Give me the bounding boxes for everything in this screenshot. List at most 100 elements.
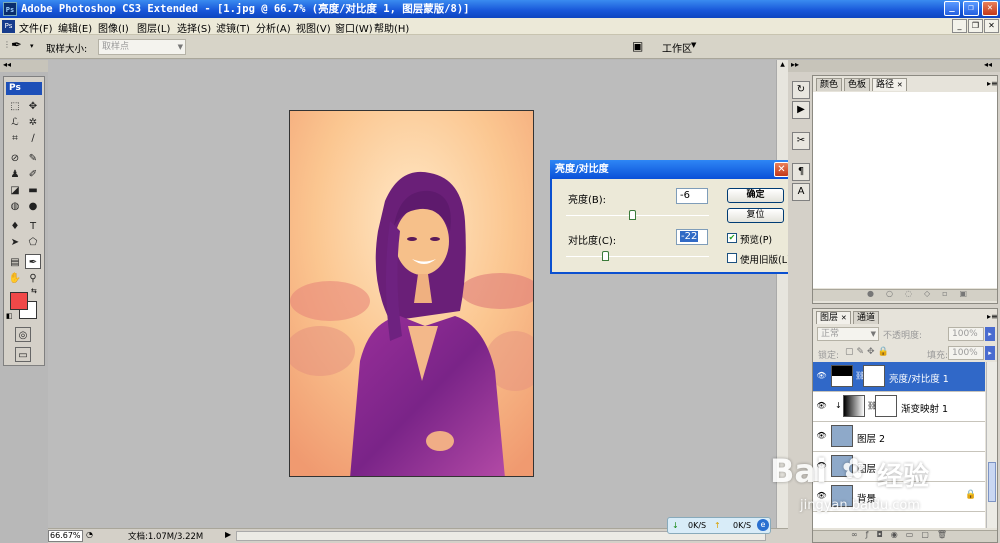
screen-mode-icon[interactable]: ▭	[15, 347, 31, 362]
ok-button[interactable]: 确定	[727, 188, 784, 203]
contrast-slider-thumb[interactable]	[602, 251, 610, 261]
tab-layers[interactable]: 图层 ✕	[816, 311, 851, 324]
scroll-thumb[interactable]	[988, 462, 996, 502]
collapse-icon[interactable]: ◂◂	[3, 60, 11, 69]
dock-expand-icon[interactable]: ◂◂	[984, 60, 992, 69]
sample-size-select[interactable]: 取样点 ▼	[98, 39, 186, 55]
doc-minimize-button[interactable]: _	[952, 19, 967, 33]
opacity-input[interactable]: 100%	[948, 327, 984, 341]
layer-row[interactable]: 👁 图层 2	[813, 422, 985, 452]
eye-icon[interactable]: 👁	[816, 431, 827, 441]
menu-file[interactable]: 文件(F)	[19, 20, 53, 35]
contrast-input[interactable]: -22	[676, 229, 708, 245]
bridge-icon[interactable]: ▣	[632, 39, 643, 53]
status-menu-arrow-icon[interactable]: ▶	[225, 530, 231, 539]
eye-icon[interactable]: 👁	[816, 371, 827, 381]
move-tool-icon[interactable]: ✥	[25, 99, 41, 114]
dodge-tool-icon[interactable]: ●	[25, 199, 41, 214]
workspace-menu[interactable]: 工作区	[662, 40, 692, 55]
pen-tool-icon[interactable]: ♦	[7, 219, 23, 234]
tab-paths[interactable]: 路径 ✕	[872, 78, 907, 91]
panel-menu-icon[interactable]: ▸≡	[987, 79, 998, 88]
swap-colors-icon[interactable]: ⇆	[31, 287, 37, 295]
layer-row[interactable]: 👁 ↓ ⛓ 渐变映射 1	[813, 392, 985, 422]
menu-view[interactable]: 视图(V)	[296, 20, 331, 35]
eyedropper-tool-icon[interactable]: ✒	[11, 38, 22, 53]
default-colors-icon[interactable]: ◧	[6, 312, 13, 320]
minimize-button[interactable]: _	[944, 1, 960, 16]
layers-scrollbar[interactable]	[986, 362, 997, 528]
brightness-slider-thumb[interactable]	[629, 210, 637, 220]
tab-color[interactable]: 颜色	[816, 78, 843, 91]
doc-close-button[interactable]: ✕	[984, 19, 999, 33]
restore-button[interactable]: ❐	[963, 1, 979, 16]
doc-restore-button[interactable]: ❐	[968, 19, 983, 33]
history-panel-icon[interactable]: ↻	[792, 81, 810, 99]
dock-collapse-icon[interactable]: ▸▸	[791, 60, 799, 69]
healing-brush-tool-icon[interactable]: ⊘	[7, 151, 23, 166]
path-selection-tool-icon[interactable]: ➤	[7, 235, 23, 250]
workspace-chevron-icon[interactable]: ▼	[691, 41, 696, 49]
actions-panel-icon[interactable]: ▶	[792, 101, 810, 119]
crop-tool-icon[interactable]: ⌗	[7, 131, 23, 146]
menu-select[interactable]: 选择(S)	[177, 20, 211, 35]
blur-tool-icon[interactable]: ◍	[7, 199, 23, 214]
layers-menu-icon[interactable]: ▸≡	[987, 312, 998, 321]
use-legacy-checkbox[interactable]	[727, 253, 737, 263]
menu-window[interactable]: 窗口(W)	[335, 20, 373, 35]
tool-presets-icon[interactable]: ✂	[792, 132, 810, 150]
opacity-arrow-icon[interactable]: ▸	[985, 327, 995, 341]
tab-close-icon[interactable]: ✕	[841, 314, 847, 322]
menu-image[interactable]: 图像(I)	[98, 20, 129, 35]
menu-help[interactable]: 帮助(H)	[374, 20, 409, 35]
app-menu-icon[interactable]: Ps	[2, 20, 15, 33]
clone-stamp-tool-icon[interactable]: ♟	[7, 167, 23, 182]
eye-icon[interactable]: 👁	[816, 401, 827, 411]
zoom-field[interactable]: 66.67%	[48, 530, 83, 542]
tool-preset-dropdown-icon[interactable]: ▾	[30, 42, 34, 50]
menu-analysis[interactable]: 分析(A)	[256, 20, 291, 35]
tab-close-icon[interactable]: ✕	[897, 81, 903, 89]
slice-tool-icon[interactable]: ∕	[25, 131, 41, 146]
preview-checkbox[interactable]: ✔	[727, 233, 737, 243]
menu-filter[interactable]: 滤镜(T)	[216, 20, 250, 35]
brush-tool-icon[interactable]: ✎	[25, 151, 41, 166]
hand-tool-icon[interactable]: ✋	[7, 271, 23, 286]
magic-wand-tool-icon[interactable]: ✲	[25, 115, 41, 130]
zoom-tool-icon[interactable]: ⚲	[25, 271, 41, 286]
download-arrow-icon: ↓	[672, 521, 679, 530]
path-action-icons[interactable]: ●○◌◇▫▣	[867, 289, 979, 298]
lasso-tool-icon[interactable]: ℒ	[7, 115, 23, 130]
eyedropper-tool-button-icon[interactable]: ✒	[25, 254, 41, 269]
tab-channels[interactable]: 通道	[853, 311, 880, 324]
fill-input[interactable]: 100%	[948, 346, 984, 360]
foreground-color-swatch-top[interactable]	[10, 292, 28, 310]
type-tool-icon[interactable]: T	[25, 219, 41, 234]
tab-swatches[interactable]: 色板	[844, 78, 871, 91]
gradient-tool-icon[interactable]: ▬	[25, 183, 41, 198]
marquee-tool-icon[interactable]: ⬚	[7, 99, 23, 114]
shape-tool-icon[interactable]: ⬠	[25, 235, 41, 250]
character-panel-icon[interactable]: A	[792, 183, 810, 201]
menu-edit[interactable]: 编辑(E)	[58, 20, 92, 35]
history-brush-tool-icon[interactable]: ✐	[25, 167, 41, 182]
dialog-close-icon[interactable]: ✕	[774, 162, 789, 177]
close-button[interactable]: ✕	[982, 1, 998, 16]
reset-button[interactable]: 复位	[727, 208, 784, 223]
scroll-up-icon[interactable]: ▲	[778, 61, 787, 70]
blend-mode-select[interactable]: 正常 ▼	[817, 327, 879, 341]
paragraph-panel-icon[interactable]: ¶	[792, 163, 810, 181]
canvas-image[interactable]	[289, 110, 534, 477]
brightness-input[interactable]: -6	[676, 188, 708, 204]
menu-layer[interactable]: 图层(L)	[137, 20, 170, 35]
contrast-slider-track[interactable]	[566, 256, 709, 257]
quick-mask-icon[interactable]: ◎	[15, 327, 31, 342]
status-icon[interactable]: ◔	[86, 530, 93, 539]
fill-arrow-icon[interactable]: ▸	[985, 346, 995, 360]
lock-icons[interactable]: ▢✎✥🔒	[845, 347, 892, 357]
layer-action-icons[interactable]: ∞ƒ◘◉▭▢🗑	[851, 530, 955, 539]
layer-row[interactable]: 👁 ⛓ 亮度/对比度 1	[813, 362, 985, 392]
eraser-tool-icon[interactable]: ◪	[7, 183, 23, 198]
notes-tool-icon[interactable]: ▤	[7, 255, 23, 270]
brightness-slider-track[interactable]	[566, 215, 709, 216]
